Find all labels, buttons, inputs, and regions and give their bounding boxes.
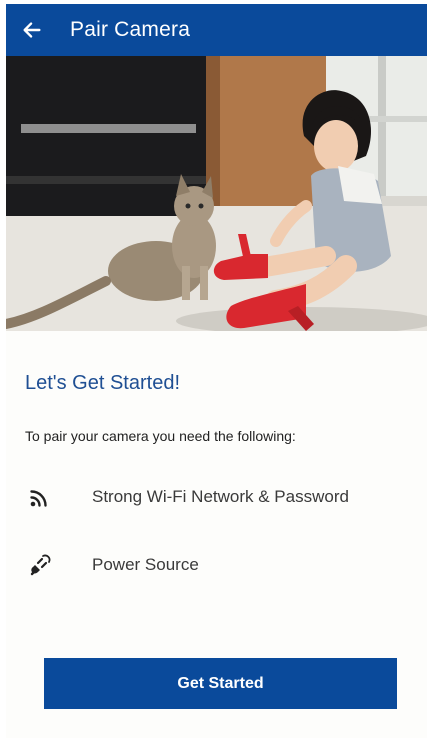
requirement-wifi: Strong Wi-Fi Network & Password [25, 482, 349, 512]
power-plug-icon [25, 550, 55, 580]
section-heading: Let's Get Started! [25, 372, 181, 394]
arrow-left-icon [23, 22, 41, 38]
requirement-power: Power Source [25, 550, 199, 580]
screen: Pair Camera Let's Get Started! To pair y… [6, 4, 427, 738]
requirements-intro: To pair your camera you need the followi… [25, 428, 296, 444]
hero-image [6, 56, 427, 331]
back-button[interactable] [6, 4, 58, 56]
requirement-label: Power Source [92, 555, 199, 574]
page-title: Pair Camera [70, 18, 191, 41]
app-bar: Pair Camera [6, 4, 427, 56]
requirement-label: Strong Wi-Fi Network & Password [92, 487, 349, 506]
wifi-icon [25, 482, 55, 512]
get-started-button[interactable]: Get Started [44, 658, 397, 709]
